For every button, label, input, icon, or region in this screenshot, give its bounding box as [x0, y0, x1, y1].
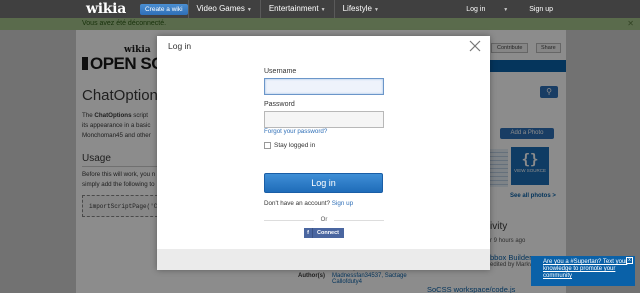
- username-input[interactable]: [264, 78, 384, 95]
- hub-entertainment[interactable]: Entertainment ▼: [259, 0, 334, 18]
- account-navigation: Log in ▼ Sign up: [452, 0, 560, 18]
- hub-lifestyle[interactable]: Lifestyle ▼: [333, 0, 387, 18]
- chevron-down-icon: ▼: [320, 7, 326, 13]
- stay-logged-in-option[interactable]: Stay logged in: [264, 142, 315, 149]
- chevron-down-icon: ▼: [246, 7, 252, 13]
- modal-header: Log in: [157, 36, 490, 57]
- signup-prompt: Don't have an account? Sign up: [264, 200, 353, 207]
- or-divider: Or: [264, 216, 384, 224]
- modal-title: Log in: [168, 41, 192, 51]
- promo-banner[interactable]: x Are you a #Supertan? Text your knowled…: [531, 256, 635, 286]
- stay-logged-in-checkbox[interactable]: [264, 142, 271, 149]
- login-button[interactable]: Log in: [264, 173, 383, 193]
- chevron-down-icon: ▼: [373, 7, 379, 13]
- login-link[interactable]: Log in ▼: [452, 6, 522, 13]
- hub-label: Lifestyle: [342, 4, 372, 13]
- forgot-password-link[interactable]: Forgot your password?: [264, 128, 327, 135]
- global-navigation: wikia Create a wiki Video Games ▼ Enterta…: [0, 0, 640, 18]
- login-modal: Log in Username Password Forgot your pas…: [157, 36, 490, 270]
- promo-line: community: [543, 273, 573, 279]
- facebook-connect-button[interactable]: f Connect: [304, 228, 344, 238]
- or-text: Or: [320, 217, 328, 223]
- hub-label: Video Games: [196, 4, 245, 13]
- modal-footer: [157, 249, 490, 270]
- facebook-connect-label: Connect: [317, 230, 339, 236]
- hub-video-games[interactable]: Video Games ▼: [187, 0, 260, 18]
- password-label: Password: [264, 101, 295, 108]
- hub-label: Entertainment: [268, 4, 319, 13]
- close-icon[interactable]: x: [626, 257, 633, 264]
- create-wiki-button[interactable]: Create a wiki: [139, 3, 188, 15]
- wikia-logo[interactable]: wikia: [86, 1, 126, 17]
- signup-link[interactable]: Sign up: [332, 200, 353, 207]
- close-icon[interactable]: [469, 40, 481, 52]
- promo-line: knowledge to promote your: [543, 266, 616, 272]
- no-account-text: Don't have an account?: [264, 200, 330, 207]
- facebook-icon: f: [304, 228, 313, 238]
- password-input[interactable]: [264, 111, 384, 128]
- promo-line: Are you a #Supertan? Text your: [543, 259, 628, 265]
- login-link-label: Log in: [466, 5, 486, 13]
- username-label: Username: [264, 68, 297, 75]
- stay-logged-in-label: Stay logged in: [274, 142, 316, 149]
- signup-link[interactable]: Sign up: [522, 6, 560, 13]
- chevron-down-icon: ▼: [503, 6, 509, 13]
